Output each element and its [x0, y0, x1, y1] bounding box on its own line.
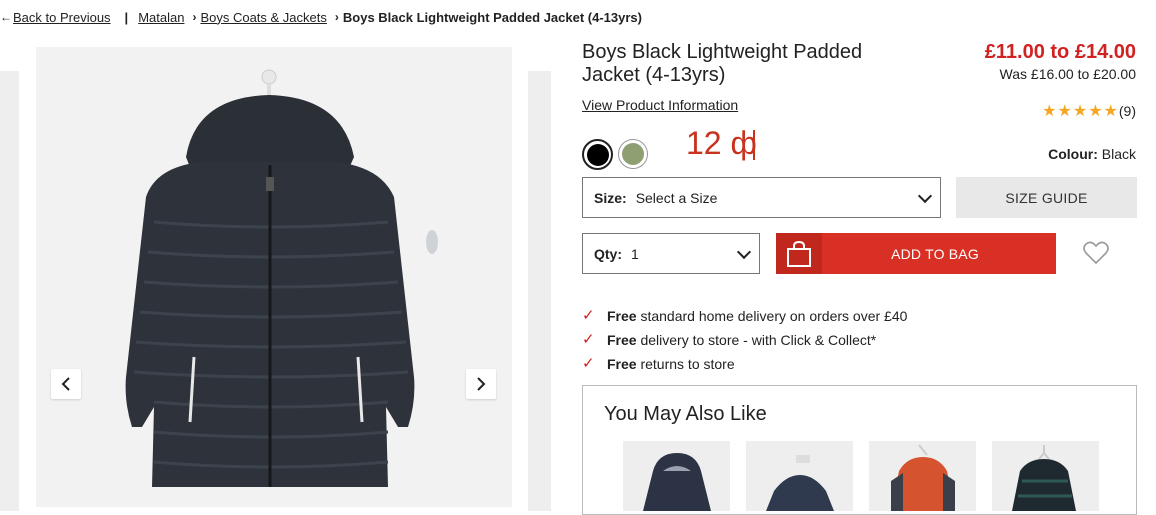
colour-label-key: Colour: — [1048, 146, 1098, 162]
chevron-right-icon: › — [334, 10, 339, 24]
chevron-down-icon — [736, 244, 752, 259]
recommended-product-4[interactable] — [992, 441, 1099, 511]
swatch-green[interactable] — [618, 139, 648, 169]
product-main-image — [36, 47, 512, 507]
recommended-product-3[interactable] — [869, 441, 976, 511]
add-to-bag-label: ADD TO BAG — [891, 245, 979, 262]
breadcrumb: ← Back to Previous | Matalan › Boys Coat… — [0, 8, 642, 26]
swatch-green-fill — [622, 143, 644, 165]
rating-count: (9) — [1118, 103, 1136, 119]
you-may-also-like: You May Also Like — [582, 385, 1137, 515]
colour-value: Black — [1101, 146, 1136, 162]
previous-image-panel[interactable] — [0, 71, 19, 511]
text-cursor — [753, 130, 755, 160]
star-rating-icon: ★★★★★ — [1042, 103, 1119, 120]
recommended-product-1[interactable] — [623, 441, 730, 511]
view-product-info-link[interactable]: View Product Information — [582, 97, 738, 113]
size-select[interactable]: Size: Select a Size — [582, 177, 941, 218]
image-next-button[interactable] — [466, 369, 496, 399]
wishlist-heart-icon[interactable] — [1083, 241, 1109, 270]
overlay-text: 12 ф — [686, 125, 757, 161]
jacket-thumbnail-icon — [643, 453, 711, 511]
swatch-black[interactable] — [582, 139, 613, 170]
qty-label: Qty: — [594, 245, 622, 262]
chevron-right-icon — [477, 377, 486, 391]
back-arrow-icon: ← — [0, 10, 12, 24]
perk-item: ✓ Free delivery to store - with Click & … — [582, 328, 907, 352]
qty-select[interactable]: Qty: 1 — [582, 233, 760, 274]
check-icon: ✓ — [582, 331, 595, 348]
chevron-down-icon — [917, 188, 933, 203]
image-prev-button[interactable] — [51, 369, 81, 399]
breadcrumb-item-matalan[interactable]: Matalan — [138, 10, 184, 25]
perk-bold: Free — [607, 356, 637, 372]
breadcrumb-separator: | — [124, 9, 129, 25]
size-label: Size: — [594, 189, 627, 206]
was-price: Was £16.00 to £20.00 — [999, 66, 1136, 82]
colour-label: Colour: Black — [1048, 146, 1136, 162]
perk-bold: Free — [607, 308, 637, 324]
bag-icon — [776, 233, 822, 274]
add-to-bag-button[interactable]: ADD TO BAG — [776, 233, 1056, 274]
next-image-panel[interactable] — [528, 71, 551, 511]
delivery-perks: ✓ Free standard home delivery on orders … — [582, 304, 907, 376]
price: £11.00 to £14.00 — [984, 41, 1136, 63]
size-value: Select a Size — [635, 189, 718, 206]
chevron-left-icon — [61, 377, 70, 391]
jacket-thumbnail-icon — [766, 455, 834, 511]
perk-bold: Free — [607, 332, 637, 348]
breadcrumb-current: Boys Black Lightweight Padded Jacket (4-… — [342, 9, 642, 25]
breadcrumb-item-boys-coats[interactable]: Boys Coats & Jackets — [200, 10, 326, 25]
perk-item: ✓ Free returns to store — [582, 352, 907, 376]
qty-value: 1 — [631, 245, 639, 262]
perk-text: returns to store — [640, 356, 735, 372]
perk-text: delivery to store - with Click & Collect… — [640, 332, 877, 348]
check-icon: ✓ — [582, 355, 595, 372]
jacket-image — [125, 69, 438, 487]
back-to-previous-link[interactable]: Back to Previous — [13, 10, 111, 25]
jacket-thumbnail-icon — [1012, 445, 1076, 511]
size-guide-button[interactable]: SIZE GUIDE — [956, 177, 1137, 218]
check-icon: ✓ — [582, 307, 595, 324]
swatch-black-fill — [586, 143, 609, 166]
product-title: Boys Black Lightweight Padded Jacket (4-… — [582, 41, 863, 86]
perk-item: ✓ Free standard home delivery on orders … — [582, 304, 907, 328]
recommended-product-2[interactable] — [746, 441, 853, 511]
chevron-right-icon: › — [192, 10, 197, 24]
perk-text: standard home delivery on orders over £4… — [640, 308, 908, 324]
also-like-heading: You May Also Like — [604, 403, 767, 425]
rating[interactable]: ★★★★★ (9) — [1042, 101, 1136, 121]
jacket-thumbnail-icon — [891, 444, 955, 511]
